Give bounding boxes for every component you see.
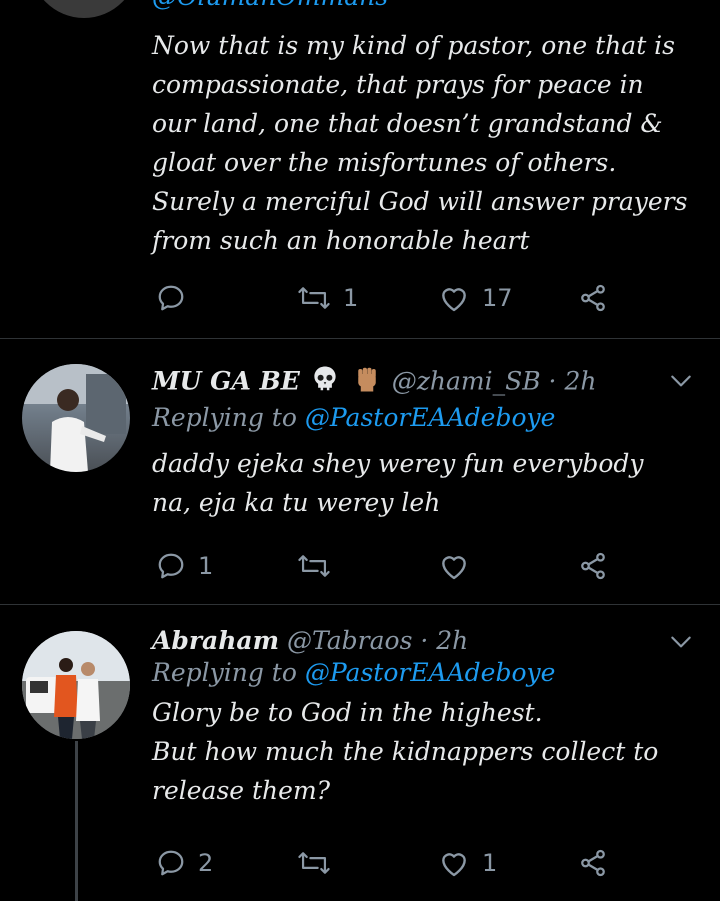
- tweet-actions: 1: [152, 546, 622, 586]
- replying-to: Replying to @PastorEAAdeboye: [152, 402, 690, 434]
- user-handle[interactable]: @zhami_SB: [392, 367, 541, 396]
- share-button[interactable]: [578, 546, 608, 586]
- tweet-header: MU GA BE @zhami_SB · 2h: [152, 364, 690, 402]
- replying-prefix: Replying to: [152, 658, 305, 687]
- share-button[interactable]: [578, 843, 608, 883]
- retweet-button[interactable]: [297, 843, 343, 883]
- timestamp[interactable]: 2h: [564, 367, 596, 396]
- separator-dot: ·: [548, 366, 557, 396]
- heart-icon: [438, 551, 470, 581]
- reply-icon: [156, 283, 186, 313]
- replying-prefix: Replying to: [152, 403, 305, 432]
- reply-button[interactable]: 2: [156, 843, 213, 883]
- share-icon: [578, 283, 608, 313]
- like-button[interactable]: 1: [438, 843, 497, 883]
- user-handle[interactable]: @OlumanOmmans: [152, 0, 388, 11]
- like-count: 1: [482, 849, 498, 877]
- retweet-icon: [297, 283, 331, 313]
- tweet[interactable]: Abraham @Tabraos · 2h Replying to @Pasto…: [0, 605, 720, 901]
- avatar[interactable]: [22, 364, 130, 472]
- retweet-button[interactable]: 1: [297, 278, 358, 318]
- tweet-text: daddy ejeka shey werey fun everybody na,…: [152, 449, 644, 517]
- reply-icon: [156, 551, 186, 581]
- tweet-text: Now that is my kind of pastor, one that …: [152, 31, 688, 255]
- reply-count: 1: [198, 552, 214, 580]
- timestamp[interactable]: 2h: [436, 626, 468, 655]
- replying-to: Replying to @PastorEAAdeboye: [152, 657, 690, 689]
- display-name[interactable]: MU GA BE: [152, 367, 300, 396]
- avatar[interactable]: [30, 0, 138, 18]
- share-icon: [578, 848, 608, 878]
- chevron-down-icon[interactable]: [668, 368, 694, 394]
- reply-button[interactable]: [156, 278, 198, 318]
- tweet[interactable]: MU GA BE @zhami_SB · 2h Replying to @Pas…: [0, 338, 720, 605]
- tweet-text: Glory be to God in the highest. But how …: [152, 698, 659, 805]
- display-name[interactable]: Abraham: [152, 626, 279, 655]
- separator-dot: ·: [420, 626, 429, 655]
- reply-icon: [156, 848, 186, 878]
- tweet-header: Abraham @Tabraos · 2h: [152, 625, 690, 657]
- mention-link[interactable]: @PastorEAAdeboye: [305, 403, 556, 432]
- user-handle[interactable]: @Tabraos: [287, 626, 412, 655]
- reply-count: 2: [198, 849, 214, 877]
- raised-fist-icon: [352, 364, 382, 402]
- retweet-icon: [297, 848, 331, 878]
- retweet-button[interactable]: [297, 546, 343, 586]
- heart-icon: [438, 283, 470, 313]
- like-button[interactable]: [438, 546, 482, 586]
- tweet[interactable]: @OlumanOmmans Now that is my kind of pas…: [0, 0, 720, 339]
- thread-line: [75, 741, 78, 901]
- chevron-down-icon[interactable]: [668, 629, 694, 655]
- tweet-actions: 1 17: [152, 278, 622, 318]
- share-button[interactable]: [578, 278, 608, 318]
- share-icon: [578, 551, 608, 581]
- mention-link[interactable]: @PastorEAAdeboye: [305, 658, 556, 687]
- reply-button[interactable]: 1: [156, 546, 213, 586]
- heart-icon: [438, 848, 470, 878]
- retweet-icon: [297, 551, 331, 581]
- like-count: 17: [482, 284, 513, 312]
- like-button[interactable]: 17: [438, 278, 513, 318]
- skull-icon: [310, 364, 340, 402]
- retweet-count: 1: [343, 284, 359, 312]
- tweet-actions: 2 1: [152, 843, 622, 883]
- avatar[interactable]: [22, 631, 130, 739]
